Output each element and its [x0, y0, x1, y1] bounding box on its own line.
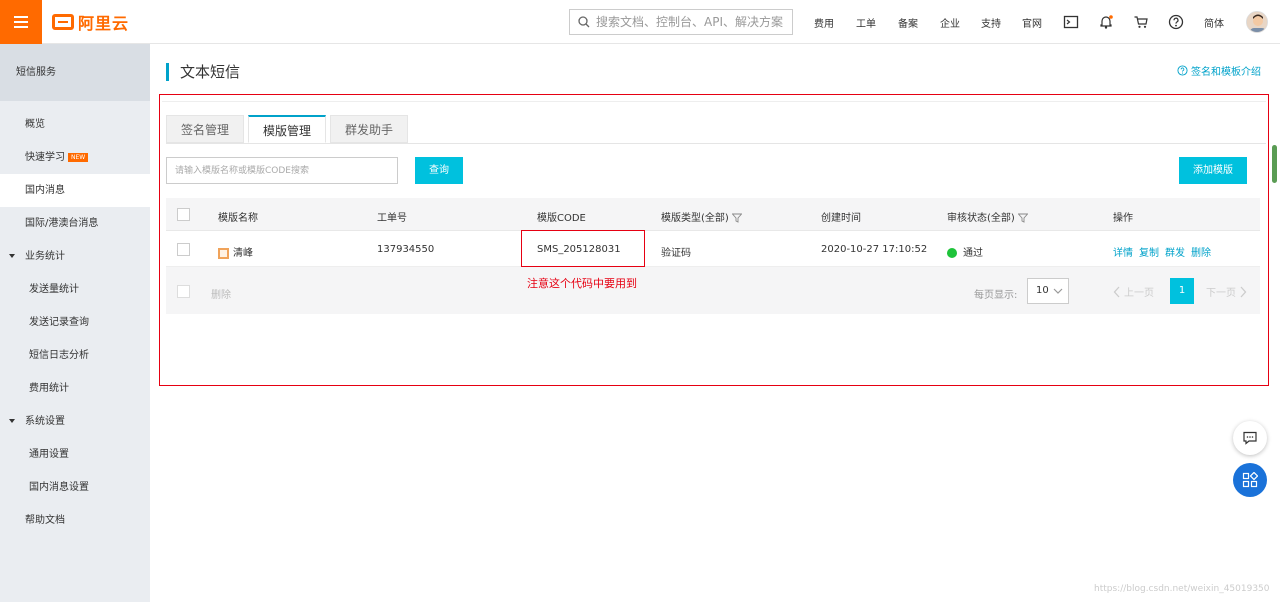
- language-label: 简体: [1204, 18, 1224, 30]
- sidebar-item-general-settings[interactable]: 通用设置: [0, 438, 150, 471]
- highlight-box-template-area: [159, 94, 1269, 386]
- scrollbar-thumb[interactable]: [1272, 145, 1277, 183]
- aliyun-logo[interactable]: 阿里云: [52, 11, 129, 33]
- signature-template-help-link[interactable]: 签名和模板介绍: [1177, 63, 1261, 78]
- help-circle-icon[interactable]: [1168, 14, 1184, 30]
- sidebar-item-label: 国内消息: [25, 185, 65, 196]
- topnav-enterprise-label: 企业: [940, 18, 960, 30]
- sidebar-item-label: 发送量统计: [29, 284, 79, 295]
- help-link-label: 签名和模板介绍: [1191, 67, 1261, 78]
- topnav-icp[interactable]: 备案: [898, 0, 918, 44]
- sidebar-item-label: 帮助文档: [25, 515, 65, 526]
- language-switch[interactable]: 简体: [1204, 0, 1224, 44]
- topnav-website-label: 官网: [1022, 18, 1042, 30]
- topnav-fee[interactable]: 费用: [814, 0, 834, 44]
- topnav-fee-label: 费用: [814, 18, 834, 30]
- top-bar: 阿里云 费用 工单 备案 企业 支持 官网 简体: [0, 0, 1280, 44]
- sidebar: 短信服务 概览 快速学习 NEW 国内消息 国际/港澳台消息 业务统计 发送量统计…: [0, 44, 150, 602]
- page-title: 文本短信: [166, 62, 240, 82]
- sidebar-item-quickstart[interactable]: 快速学习 NEW: [0, 141, 150, 174]
- search-icon: [578, 16, 590, 28]
- sidebar-group-statistics[interactable]: 业务统计: [0, 240, 150, 273]
- sidebar-item-label: 发送记录查询: [29, 317, 89, 328]
- sidebar-title: 短信服务: [0, 44, 150, 101]
- chat-float-button[interactable]: [1233, 421, 1267, 455]
- highlight-box-template-code: [521, 230, 645, 267]
- aliyun-logo-icon: [52, 14, 74, 30]
- sidebar-item-log-analysis[interactable]: 短信日志分析: [0, 339, 150, 372]
- topnav-support-label: 支持: [981, 18, 1001, 30]
- sidebar-item-label: 国际/港澳台消息: [25, 218, 99, 229]
- apps-float-button[interactable]: [1233, 463, 1267, 497]
- global-search-input[interactable]: [596, 15, 791, 29]
- topnav-ticket-label: 工单: [856, 18, 876, 30]
- cart-icon[interactable]: [1133, 14, 1149, 30]
- sidebar-item-label: 概览: [25, 119, 45, 130]
- caret-down-icon: [9, 254, 15, 258]
- sidebar-item-send-volume[interactable]: 发送量统计: [0, 273, 150, 306]
- bell-icon[interactable]: [1098, 14, 1114, 30]
- sidebar-item-label: 短信日志分析: [29, 350, 89, 361]
- sidebar-item-help-docs[interactable]: 帮助文档: [0, 504, 150, 537]
- chat-bubble-icon: [1243, 431, 1257, 445]
- sidebar-item-send-records[interactable]: 发送记录查询: [0, 306, 150, 339]
- sidebar-item-label: 快速学习: [25, 152, 65, 163]
- sidebar-item-label: 通用设置: [29, 449, 69, 460]
- logo-text: 阿里云: [78, 14, 130, 33]
- new-badge: NEW: [68, 152, 89, 162]
- global-search[interactable]: [569, 9, 793, 35]
- sidebar-group-settings[interactable]: 系统设置: [0, 405, 150, 438]
- sidebar-group-label: 业务统计: [25, 251, 65, 262]
- apps-grid-icon: [1242, 472, 1258, 488]
- hamburger-menu-button[interactable]: [0, 0, 42, 44]
- sidebar-group-label: 系统设置: [25, 416, 65, 427]
- sidebar-item-domestic[interactable]: 国内消息: [0, 174, 150, 207]
- annotation-note: 注意这个代码中要用到: [527, 277, 637, 290]
- topnav-enterprise[interactable]: 企业: [940, 0, 960, 44]
- topnav-support[interactable]: 支持: [981, 0, 1001, 44]
- terminal-icon[interactable]: [1063, 14, 1079, 30]
- sidebar-item-domestic-settings[interactable]: 国内消息设置: [0, 471, 150, 504]
- user-avatar[interactable]: [1246, 11, 1268, 33]
- watermark-url: https://blog.csdn.net/weixin_45019350: [1094, 584, 1270, 594]
- sidebar-item-international[interactable]: 国际/港澳台消息: [0, 207, 150, 240]
- topnav-website[interactable]: 官网: [1022, 0, 1042, 44]
- sidebar-item-label: 费用统计: [29, 383, 69, 394]
- help-circle-icon: [1177, 65, 1188, 76]
- sidebar-item-cost-stats[interactable]: 费用统计: [0, 372, 150, 405]
- avatar-image: [1247, 12, 1267, 32]
- caret-down-icon: [9, 419, 15, 423]
- topnav-icp-label: 备案: [898, 18, 918, 30]
- topnav-ticket[interactable]: 工单: [856, 0, 876, 44]
- sidebar-item-overview[interactable]: 概览: [0, 108, 150, 141]
- sidebar-item-label: 国内消息设置: [29, 482, 89, 493]
